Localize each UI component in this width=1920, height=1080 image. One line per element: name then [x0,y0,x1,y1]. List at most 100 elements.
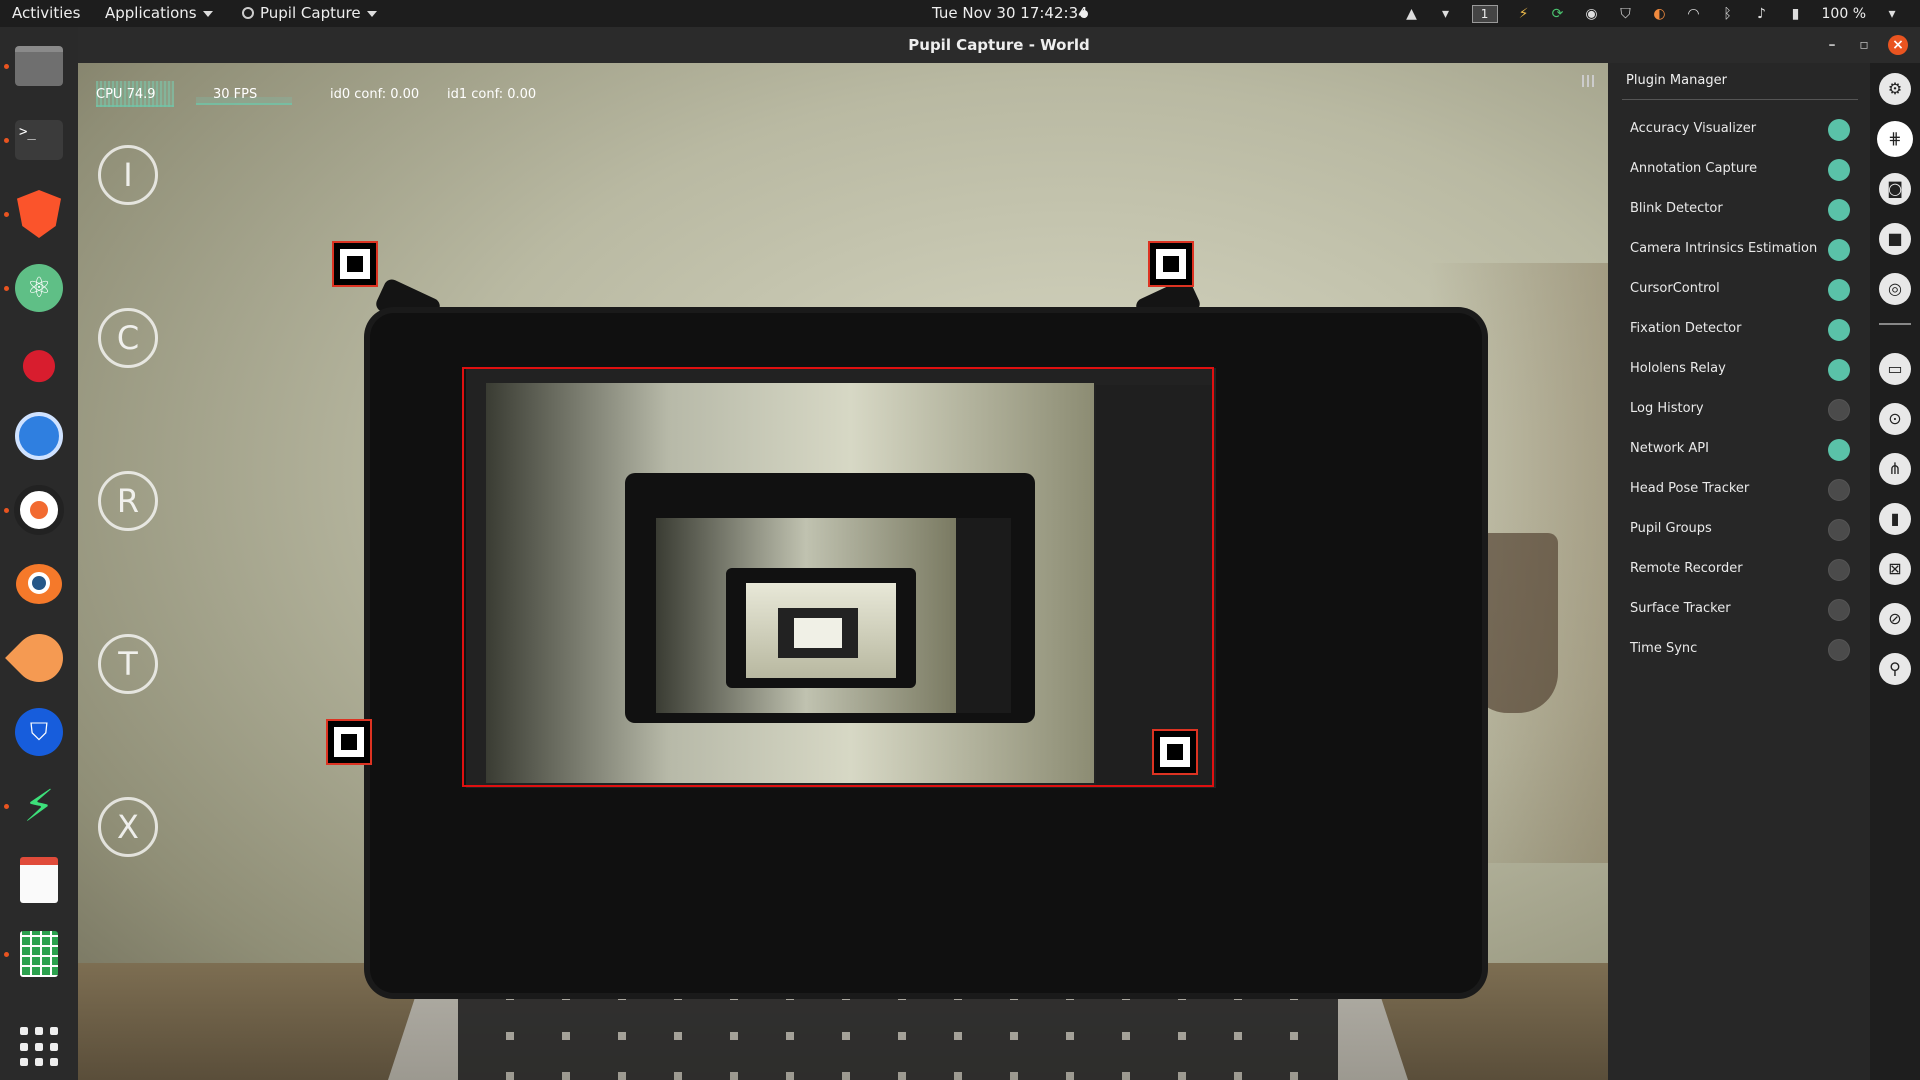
plugin-label: Fixation Detector [1630,321,1742,336]
plugin-manager-icon[interactable]: ⋕ [1879,123,1911,155]
tangerine-icon[interactable]: ◐ [1652,6,1668,22]
plugin-row: Head Pose Tracker [1630,475,1850,505]
vpn-icon[interactable]: ◉ [1584,6,1600,22]
app-menu-label: Pupil Capture [260,4,361,22]
chevron-down-icon[interactable]: ▾ [1884,6,1900,22]
validation-button[interactable]: T [98,634,158,694]
video-camera-icon[interactable]: ■ [1879,223,1911,255]
applications-label: Applications [105,4,197,22]
surface-icon[interactable]: ⊠ [1879,553,1911,585]
pupil-player-icon[interactable] [12,483,66,537]
plugin-toggle[interactable] [1828,239,1850,261]
window-title: Pupil Capture - World [908,36,1090,54]
plugin-row: Pupil Groups [1630,515,1850,545]
eye-hidden-icon[interactable]: ⊘ [1879,603,1911,635]
cherrytree-icon[interactable]: ● [12,335,66,389]
plugin-toggle[interactable] [1828,519,1850,541]
brave-browser-icon[interactable] [12,187,66,241]
plugin-label: Blink Detector [1630,201,1723,216]
spreadsheet-icon[interactable] [12,927,66,981]
surface-outline [462,367,1214,787]
sync-icon[interactable]: ⟳ [1550,6,1566,22]
chevron-down-icon[interactable]: ▾ [1438,6,1454,22]
workspace-indicator[interactable]: 1 [1471,4,1498,23]
thunderbird-icon[interactable] [12,409,66,463]
menu-collapse-handle[interactable] [1582,75,1594,87]
apriltag-marker-top-right [1148,241,1194,287]
applications-menu[interactable]: Applications [105,0,213,27]
network-icon[interactable]: ⋔ [1879,453,1911,485]
volume-icon[interactable]: ♪ [1754,6,1770,22]
document-viewer-icon[interactable] [12,853,66,907]
files-icon[interactable] [12,39,66,93]
plugin-toggle[interactable] [1828,279,1850,301]
running-indicator [4,286,9,291]
plugin-label: Surface Tracker [1630,601,1731,616]
cast-icon[interactable]: ▭ [1879,353,1911,385]
plugin-row: Fixation Detector [1630,315,1850,345]
record-target-icon[interactable]: ◎ [1879,273,1911,305]
pupil-detection-button[interactable]: I [98,145,158,205]
activities-button[interactable]: Activities [12,0,80,27]
plugin-label: Annotation Capture [1630,161,1758,176]
running-indicator [4,804,9,809]
window-titlebar[interactable]: Pupil Capture - World – ▫ × [78,27,1920,63]
shield-icon[interactable]: ⛉ [1618,6,1634,22]
plugin-toggle[interactable] [1828,599,1850,621]
plugin-toggle[interactable] [1828,439,1850,461]
gnome-top-bar: Activities Applications Pupil Capture Tu… [0,0,1920,27]
plugin-toggle[interactable] [1828,639,1850,661]
calibration-button[interactable]: C [98,308,158,368]
power-icon[interactable]: ⚡ [1516,6,1532,22]
plugin-row: Remote Recorder [1630,555,1850,585]
app-menu-pupil-capture[interactable]: Pupil Capture [242,0,377,27]
plugin-row: Accuracy Visualizer [1630,115,1850,145]
plugin-manager-panel: Plugin Manager Accuracy Visualizer Annota… [1608,63,1870,1080]
divider [1622,99,1858,100]
close-icon[interactable]: × [1888,35,1908,55]
dock: >_ ⚛ ● ⛉ ⚡ [0,27,78,1080]
running-indicator [4,508,9,513]
bookmark-icon[interactable]: ▮ [1879,503,1911,535]
annotation-x-button[interactable]: X [98,797,158,857]
terminal-icon[interactable]: >_ [12,113,66,167]
calibration-icon[interactable]: ⊙ [1879,403,1911,435]
bitwarden-icon[interactable]: ⛉ [12,705,66,759]
maximize-icon[interactable]: ▫ [1854,35,1874,55]
plugin-toggle[interactable] [1828,399,1850,421]
clock[interactable]: Tue Nov 30 17:42:34 [932,0,1088,27]
plugin-toggle[interactable] [1828,199,1850,221]
panel-title: Plugin Manager [1626,73,1727,88]
plugin-row: Network API [1630,435,1850,465]
plugin-toggle[interactable] [1828,159,1850,181]
minimize-icon[interactable]: – [1822,35,1842,55]
plugin-label: Pupil Groups [1630,521,1712,536]
divider [1879,323,1911,325]
wifi-icon[interactable]: ◠ [1686,6,1702,22]
record-button[interactable]: R [98,471,158,531]
tangerine-app-icon[interactable] [5,624,73,692]
link-icon[interactable]: ⚲ [1879,653,1911,685]
plugin-toggle[interactable] [1828,359,1850,381]
plugin-row: Camera Intrinsics Estimation [1630,235,1850,265]
battery-icon[interactable]: ▮ [1788,6,1804,22]
electron-app-icon[interactable]: ⚡ [12,779,66,833]
blender-icon[interactable] [12,557,66,611]
running-indicator [4,212,9,217]
gear-icon[interactable]: ⚙ [1879,73,1911,105]
chevron-down-icon [366,10,377,17]
plugin-label: Camera Intrinsics Estimation [1630,241,1818,256]
plugin-toggle[interactable] [1828,319,1850,341]
world-camera-view[interactable]: CPU 74.9 30 FPS id0 conf: 0.00 id1 conf:… [78,63,1608,1080]
plugin-toggle[interactable] [1828,119,1850,141]
plugin-toggle[interactable] [1828,479,1850,501]
plugin-toggle[interactable] [1828,559,1850,581]
plugin-row: Surface Tracker [1630,595,1850,625]
upload-icon[interactable]: ▲ [1404,6,1420,22]
bluetooth-icon[interactable]: ᛒ [1720,6,1736,22]
atom-editor-icon[interactable]: ⚛ [12,261,66,315]
show-applications-icon[interactable] [20,1027,60,1067]
battery-percent: 100 % [1821,5,1866,22]
plugin-label: Time Sync [1630,641,1698,656]
camera-icon[interactable]: ◙ [1879,173,1911,205]
